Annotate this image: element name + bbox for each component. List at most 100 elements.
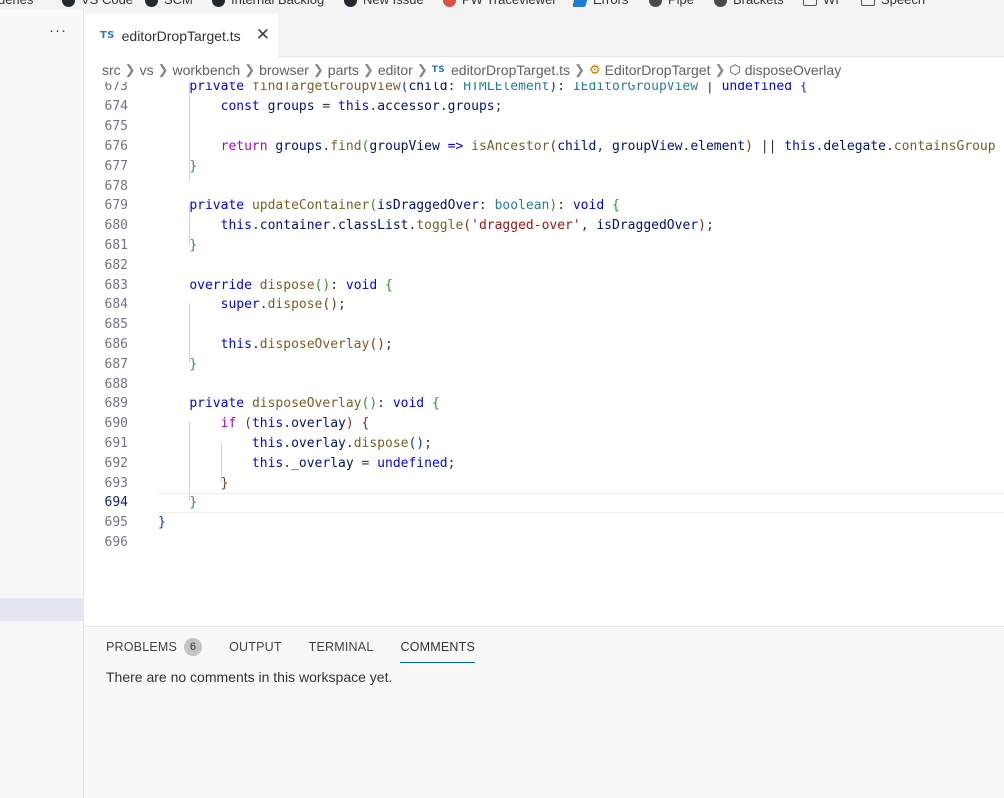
chevron-right-icon: ❯ bbox=[714, 62, 726, 77]
sidebar-selected-item[interactable] bbox=[0, 598, 83, 621]
line-number: 682 bbox=[104, 258, 128, 273]
code-line: 689 private disposeOverlay(): void { bbox=[84, 394, 1004, 414]
line-number: 680 bbox=[104, 218, 128, 233]
code-line: 673 private findTargetGroupView(child: H… bbox=[84, 82, 1004, 97]
code-line: 679 private updateContainer(isDraggedOve… bbox=[84, 196, 1004, 216]
code-line: 674 const groups = this.accessor.groups; bbox=[84, 97, 1004, 117]
code-line: 693 } bbox=[84, 474, 1004, 494]
globe-icon bbox=[649, 0, 662, 7]
code-line: 684 super.dispose(); bbox=[84, 295, 1004, 315]
line-number: 681 bbox=[104, 238, 128, 253]
problems-count-badge: 6 bbox=[184, 638, 203, 656]
code-line: 680 this.container.classList.toggle('dra… bbox=[84, 216, 1004, 236]
bookmark-pipe[interactable]: Pipe bbox=[649, 0, 694, 9]
line-number: 673 bbox=[104, 82, 128, 94]
code-line: 690 if (this.overlay) { bbox=[84, 414, 1004, 434]
chevron-right-icon: ❯ bbox=[362, 62, 374, 77]
code-line: 695} bbox=[84, 513, 1004, 533]
code-line: 678 bbox=[84, 177, 1004, 197]
breadcrumb: src ❯ vs ❯ workbench ❯ browser ❯ parts ❯… bbox=[84, 58, 1004, 82]
code-line: 696 bbox=[84, 533, 1004, 553]
line-number: 683 bbox=[104, 278, 128, 293]
typescript-file-icon: TS bbox=[100, 30, 115, 41]
playwright-icon bbox=[443, 0, 456, 7]
github-icon bbox=[212, 0, 225, 7]
code-line: 687 } bbox=[84, 355, 1004, 375]
breadcrumb-item-browser[interactable]: browser bbox=[259, 62, 309, 78]
line-number: 696 bbox=[104, 535, 128, 550]
line-number: 689 bbox=[104, 396, 128, 411]
typescript-file-icon: TS bbox=[431, 65, 445, 75]
breadcrumb-item-class[interactable]: EditorDropTarget bbox=[605, 62, 711, 78]
line-number: 676 bbox=[104, 139, 128, 154]
code-line: 688 bbox=[84, 375, 1004, 395]
code-line: 675 bbox=[84, 117, 1004, 137]
line-number: 687 bbox=[104, 357, 128, 372]
method-icon: ⬡ bbox=[729, 62, 741, 77]
code-line: 681 } bbox=[84, 236, 1004, 256]
line-number: 695 bbox=[104, 515, 128, 530]
globe-icon bbox=[714, 0, 727, 7]
line-number: 674 bbox=[104, 99, 128, 114]
code-editor[interactable]: 673 private findTargetGroupView(child: H… bbox=[84, 82, 1004, 626]
code-line: 677 } bbox=[84, 157, 1004, 177]
code-line: 686 this.disposeOverlay(); bbox=[84, 335, 1004, 355]
tab-editor-drop-target[interactable]: TS editorDropTarget.ts ✕ bbox=[84, 14, 278, 57]
breadcrumb-item-src[interactable]: src bbox=[102, 62, 121, 78]
github-icon bbox=[344, 0, 357, 7]
line-number: 688 bbox=[104, 377, 128, 392]
line-number: 675 bbox=[104, 119, 128, 134]
code-line-current: 694 } bbox=[84, 493, 1004, 513]
breadcrumb-item-workbench[interactable]: workbench bbox=[172, 62, 240, 78]
chevron-right-icon: ❯ bbox=[124, 62, 136, 77]
code-line: 692 this._overlay = undefined; bbox=[84, 454, 1004, 474]
bookmark-wi[interactable]: WI bbox=[803, 0, 839, 9]
line-number: 690 bbox=[104, 416, 128, 431]
bookmark-brackets[interactable]: Brackets bbox=[714, 0, 784, 9]
tab-label: editorDropTarget.ts bbox=[121, 27, 241, 44]
bookmark-speech[interactable]: Speech bbox=[861, 0, 925, 9]
tab-comments[interactable]: COMMENTS bbox=[400, 637, 475, 663]
code-line: 691 this.overlay.dispose(); bbox=[84, 434, 1004, 454]
class-icon: ⚙ bbox=[588, 62, 601, 77]
chevron-right-icon: ❯ bbox=[416, 62, 428, 77]
bookmark-internal-backlog[interactable]: Internal Backlog bbox=[212, 0, 324, 9]
close-icon[interactable]: ✕ bbox=[256, 26, 270, 43]
bookmarks-bar: ueries VS Code SCM Internal Backlog New … bbox=[0, 0, 1004, 9]
breadcrumb-item-method[interactable]: disposeOverlay bbox=[745, 62, 842, 78]
editor-tab-bar: TS editorDropTarget.ts ✕ bbox=[84, 9, 1004, 57]
breadcrumb-item-editor[interactable]: editor bbox=[378, 62, 413, 78]
bookmark-new-issue[interactable]: New Issue bbox=[344, 0, 424, 9]
chevron-right-icon: ❯ bbox=[157, 62, 169, 77]
line-number: 686 bbox=[104, 337, 128, 352]
tab-problems[interactable]: PROBLEMS 6 bbox=[106, 637, 203, 663]
bookmark-pw-traceviewer[interactable]: PW Traceviewer bbox=[443, 0, 557, 9]
folder-icon bbox=[861, 0, 875, 6]
bookmark-scm[interactable]: SCM bbox=[145, 0, 193, 9]
chevron-right-icon: ❯ bbox=[574, 62, 585, 77]
bookmark-vscode[interactable]: VS Code bbox=[62, 0, 133, 9]
tab-output[interactable]: OUTPUT bbox=[229, 637, 282, 663]
breadcrumb-item-file[interactable]: editorDropTarget.ts bbox=[451, 62, 570, 78]
line-number: 679 bbox=[104, 198, 128, 213]
empty-comments-message: There are no comments in this workspace … bbox=[106, 669, 393, 685]
folder-icon bbox=[803, 0, 817, 6]
bookmark-errors[interactable]: Errors bbox=[572, 0, 628, 9]
breadcrumb-item-vs[interactable]: vs bbox=[140, 62, 154, 78]
line-number: 684 bbox=[104, 297, 128, 312]
vscode-icon bbox=[572, 0, 589, 7]
bookmark-queries[interactable]: ueries bbox=[0, 0, 33, 9]
sidebar: ··· bbox=[0, 9, 84, 798]
tab-terminal[interactable]: TERMINAL bbox=[309, 637, 374, 663]
chevron-right-icon: ❯ bbox=[244, 62, 256, 77]
line-number: 693 bbox=[104, 476, 128, 491]
breadcrumb-item-parts[interactable]: parts bbox=[328, 62, 359, 78]
line-number: 694 bbox=[104, 495, 128, 510]
code-line: 676 return groups.find(groupView => isAn… bbox=[84, 137, 1004, 157]
github-icon bbox=[62, 0, 75, 7]
code-line: 685 bbox=[84, 315, 1004, 335]
code-line: 683 override dispose(): void { bbox=[84, 276, 1004, 296]
code-line: 682 bbox=[84, 256, 1004, 276]
panel-tabs: PROBLEMS 6 OUTPUT TERMINAL COMMENTS bbox=[106, 637, 502, 663]
more-actions-icon[interactable]: ··· bbox=[49, 23, 67, 38]
